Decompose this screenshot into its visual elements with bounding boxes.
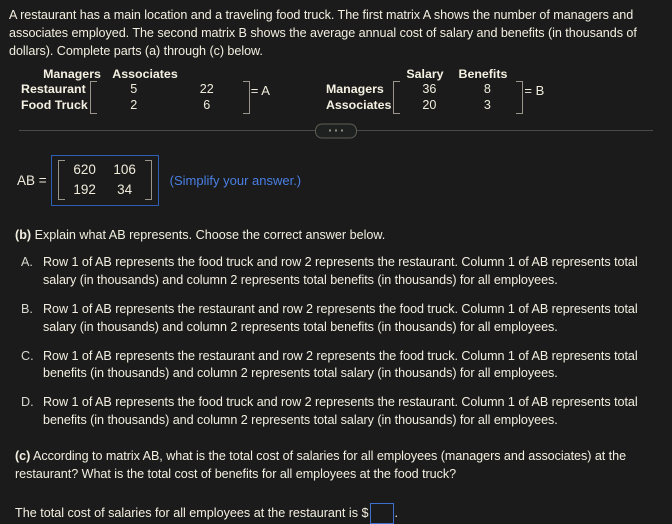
dot-icon bbox=[329, 129, 331, 132]
bracket-left bbox=[393, 80, 401, 115]
ab-matrix-input[interactable]: 620 106 192 34 bbox=[50, 155, 159, 206]
matrices-row: Managers Associates Restaurant Food Truc… bbox=[9, 67, 663, 115]
part-b-prompt: (b) Explain what AB represents. Choose t… bbox=[9, 228, 663, 242]
matrix-a-row-1: 2 6 bbox=[97, 97, 243, 114]
part-b-text: Explain what AB represents. Choose the c… bbox=[31, 228, 386, 242]
ab-cell-1-1[interactable]: 34 bbox=[105, 180, 145, 200]
matrix-a-cell-0-1: 22 bbox=[199, 81, 214, 96]
matrix-a-row-label-0: Restaurant bbox=[21, 81, 86, 96]
option-a[interactable]: A. Row 1 of AB represents the food truck… bbox=[9, 254, 663, 290]
matrix-a-row-label-1: Food Truck bbox=[21, 98, 88, 113]
option-a-text: Row 1 of AB represents the food truck an… bbox=[43, 255, 638, 287]
bracket-right bbox=[242, 80, 250, 115]
matrix-b-row-0: 36 8 bbox=[400, 81, 516, 98]
matrix-b-unit: Salary Benefits Managers Associates 36 8 bbox=[326, 67, 524, 115]
option-b-text: Row 1 of AB represents the restaurant an… bbox=[43, 301, 638, 334]
matrix-b-row-labels: Managers Associates bbox=[326, 81, 393, 114]
matrix-b-cell-1-0: 20 bbox=[422, 98, 437, 113]
option-d-text: Row 1 of AB represents the food truck an… bbox=[43, 395, 638, 428]
matrix-b-col-header-0: Salary bbox=[406, 66, 444, 81]
ab-answer-row: AB = 620 106 192 34 (Simplify your answe… bbox=[9, 155, 663, 206]
problem-statement: A restaurant has a main location and a t… bbox=[9, 8, 637, 58]
option-d-letter: D. bbox=[21, 395, 34, 410]
part-c-answer-prefix: The total cost of salaries for all emplo… bbox=[15, 506, 369, 521]
bracket-right bbox=[516, 80, 524, 115]
matrix-b-cell-0-1: 8 bbox=[483, 81, 491, 96]
option-c-text: Row 1 of AB represents the restaurant an… bbox=[43, 348, 638, 381]
ab-matrix-row-0: 620 106 bbox=[65, 160, 145, 180]
ab-matrix-row-1: 192 34 bbox=[65, 180, 145, 200]
part-b-options: A. Row 1 of AB represents the food truck… bbox=[9, 254, 663, 430]
matrix-b-brackets: 36 8 20 3 bbox=[393, 80, 524, 115]
matrix-a-row-0: 5 22 bbox=[97, 81, 243, 98]
part-c-label: (c) bbox=[15, 449, 31, 463]
part-c-answer-line: The total cost of salaries for all emplo… bbox=[9, 502, 663, 524]
option-d[interactable]: D. Row 1 of AB represents the food truck… bbox=[9, 394, 663, 430]
option-c[interactable]: C. Row 1 of AB represents the restaurant… bbox=[9, 348, 663, 384]
matrix-b-row-label-0: Managers bbox=[325, 81, 384, 96]
ab-equals-label: AB = bbox=[17, 173, 47, 189]
salary-total-input[interactable] bbox=[369, 502, 394, 524]
matrix-a: Managers Associates Restaurant Food Truc… bbox=[21, 67, 270, 115]
matrix-b-row-label-1: Associates bbox=[325, 98, 392, 113]
dot-icon bbox=[335, 129, 337, 132]
matrix-b-cell-0-0: 36 bbox=[422, 81, 437, 96]
bracket-right bbox=[144, 160, 152, 200]
simplify-hint: (Simplify your answer.) bbox=[169, 173, 302, 189]
matrix-a-col-header-0: Managers bbox=[43, 66, 101, 81]
matrix-a-row-labels: Restaurant Food Truck bbox=[21, 81, 90, 114]
ab-cell-1-0[interactable]: 192 bbox=[65, 180, 105, 200]
part-c-prompt: (c) According to matrix AB, what is the … bbox=[9, 448, 663, 484]
matrix-b-name-label: = B bbox=[524, 82, 545, 98]
option-a-letter: A. bbox=[21, 255, 33, 269]
matrix-b-cells: 36 8 20 3 bbox=[400, 81, 516, 114]
option-b-letter: B. bbox=[21, 301, 33, 316]
option-b[interactable]: B. Row 1 of AB represents the restaurant… bbox=[9, 301, 663, 337]
matrix-a-cells: 5 22 2 6 bbox=[97, 81, 243, 114]
matrix-a-unit: Managers Associates Restaurant Food Truc… bbox=[21, 67, 250, 115]
matrix-a-brackets: 5 22 2 6 bbox=[89, 80, 250, 115]
matrix-b-cell-1-1: 3 bbox=[483, 98, 491, 113]
ab-matrix-cells: 620 106 192 34 bbox=[65, 160, 145, 200]
matrix-a-cell-1-1: 6 bbox=[203, 98, 211, 113]
dot-icon bbox=[341, 129, 343, 132]
option-c-letter: C. bbox=[21, 348, 34, 363]
bracket-left bbox=[89, 80, 97, 115]
matrix-a-column-headers: Managers Associates bbox=[35, 67, 250, 81]
section-divider bbox=[19, 123, 653, 139]
matrix-a-cell-0-0: 5 bbox=[130, 81, 138, 96]
ab-cell-0-1[interactable]: 106 bbox=[105, 160, 145, 180]
matrix-b-column-headers: Salary Benefits bbox=[396, 67, 523, 81]
matrix-a-body: Restaurant Food Truck 5 22 2 6 bbox=[21, 80, 250, 115]
matrix-b-body: Managers Associates 36 8 20 3 bbox=[326, 80, 524, 115]
matrix-a-col-header-1: Associates bbox=[112, 66, 178, 81]
matrix-b-col-header-1: Benefits bbox=[458, 66, 508, 81]
bracket-left bbox=[57, 160, 65, 200]
part-b-label: (b) bbox=[15, 228, 32, 242]
exercise-page: A restaurant has a main location and a t… bbox=[0, 0, 672, 524]
matrix-b-row-1: 20 3 bbox=[400, 97, 516, 114]
part-c-text: According to matrix AB, what is the tota… bbox=[15, 449, 627, 481]
matrix-b: Salary Benefits Managers Associates 36 8 bbox=[326, 67, 545, 115]
part-c-answer-suffix: . bbox=[394, 506, 399, 521]
matrix-a-name-label: = A bbox=[250, 82, 270, 98]
matrix-a-cell-1-0: 2 bbox=[130, 98, 138, 113]
ab-cell-0-0[interactable]: 620 bbox=[65, 160, 105, 180]
divider-collapse-toggle[interactable] bbox=[315, 123, 357, 139]
